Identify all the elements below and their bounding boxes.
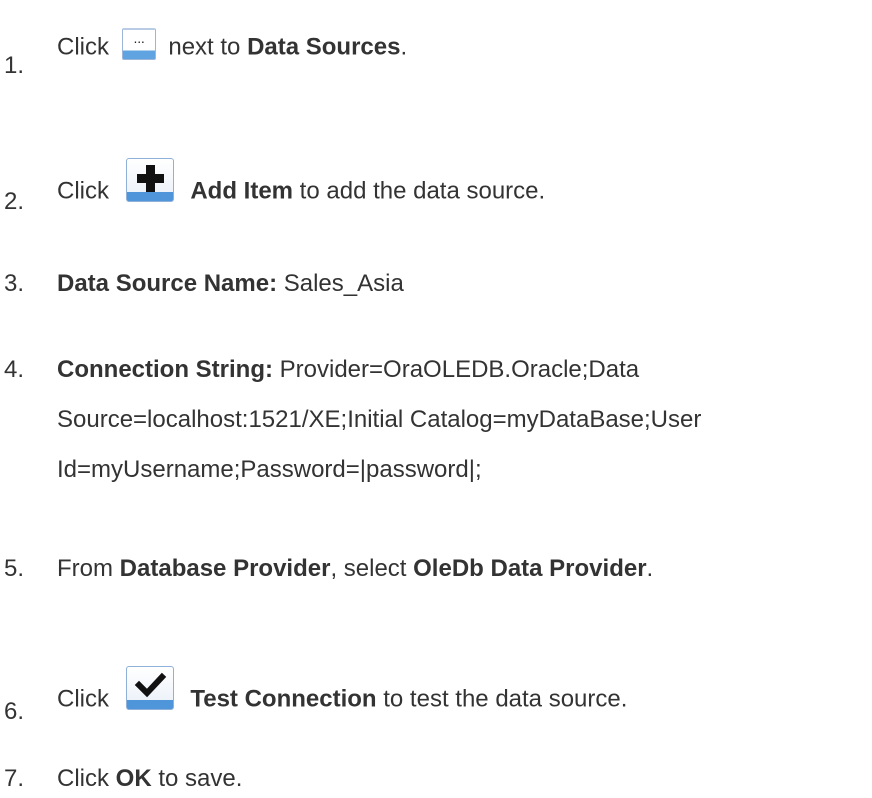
connection-string-label: Connection String: bbox=[57, 356, 273, 383]
data-sources-label: Data Sources bbox=[247, 33, 401, 61]
ok-label: OK bbox=[115, 765, 152, 792]
step-text: From bbox=[57, 555, 120, 582]
step-text: . bbox=[400, 33, 408, 61]
step-text: to save. bbox=[151, 765, 243, 792]
step-text: Click bbox=[57, 33, 109, 61]
checkmark-icon[interactable] bbox=[125, 666, 174, 710]
step-text: to add the data source. bbox=[293, 177, 546, 205]
connection-string-line-1: Provider=OraOLEDB.Oracle;Data bbox=[279, 356, 640, 383]
step-number: 4. bbox=[4, 356, 25, 383]
step-number: 6. bbox=[4, 698, 25, 725]
database-provider-label: Database Provider bbox=[119, 555, 331, 582]
data-source-name-label: Data Source Name: bbox=[57, 270, 278, 297]
ellipsis-icon[interactable]: ··· bbox=[121, 28, 156, 60]
step-text: Click bbox=[57, 765, 116, 792]
connection-string-line-3: Id=myUsername;Password=|password|; bbox=[57, 456, 482, 483]
test-connection-label: Test Connection bbox=[190, 685, 377, 713]
step-text: next to bbox=[168, 33, 248, 61]
plus-icon[interactable] bbox=[125, 158, 174, 202]
data-source-name-value: Sales_Asia bbox=[277, 270, 404, 297]
step-text: Click bbox=[57, 685, 109, 713]
oledb-provider-label: OleDb Data Provider bbox=[413, 555, 647, 582]
step-text: . bbox=[646, 555, 654, 582]
step-number: 7. bbox=[4, 765, 25, 792]
step-number: 1. bbox=[4, 52, 25, 79]
step-number: 5. bbox=[4, 555, 25, 582]
step-number: 3. bbox=[4, 270, 25, 297]
connection-string-line-2: Source=localhost:1521/XE;Initial Catalog… bbox=[57, 406, 702, 433]
add-item-label: Add Item bbox=[190, 177, 294, 205]
step-text: , select bbox=[330, 555, 414, 582]
step-text: to test the data source. bbox=[376, 685, 628, 713]
step-text: Click bbox=[57, 177, 109, 205]
step-number: 2. bbox=[4, 188, 25, 215]
